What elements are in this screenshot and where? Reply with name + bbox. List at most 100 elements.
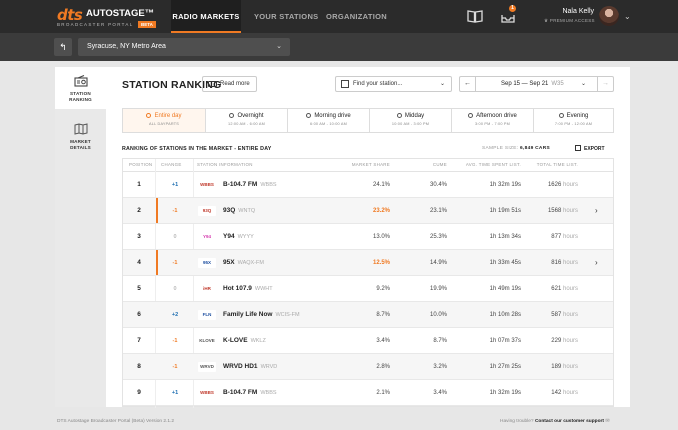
total-time-value: 877 <box>551 234 562 240</box>
cume-cell: 8.7% <box>433 338 447 344</box>
chat-icon[interactable]: ✉ <box>605 419 609 424</box>
station-name: B-104.7 FM <box>223 181 258 188</box>
station-logo: WBBS <box>198 180 216 190</box>
column-header-avg-time[interactable]: AVG. TIME SPENT LIST. <box>447 159 521 171</box>
table-row[interactable]: 8 -1 WRVD WRVD HD1 WRVD 2.8% 3.2% 1h 27m 25s 189… <box>123 354 613 380</box>
nav-organization[interactable]: ORGANIZATION <box>326 0 387 33</box>
table-row[interactable]: 3 0 Y94 Y94 WYYY 13.0% 25.3% 1h 13m 34s 877 hour… <box>123 224 613 250</box>
clock-icon <box>468 113 474 118</box>
station-name-cell[interactable]: K-LOVE WKLZ <box>223 328 266 354</box>
next-week-arrow-icon[interactable]: → <box>597 77 613 91</box>
book-icon[interactable] <box>467 9 483 24</box>
table-row[interactable]: 6 +2 FLN Family Life Now WCIS-FM 8.7% 10.0% 1h … <box>123 302 613 328</box>
station-name-cell[interactable]: 93Q WNTQ <box>223 198 255 224</box>
column-header-change[interactable]: CHANGE <box>161 159 182 171</box>
chevron-down-icon[interactable]: ⌄ <box>624 12 631 21</box>
clock-icon <box>558 113 564 118</box>
change-cell: +1 <box>171 390 179 396</box>
clock-icon <box>306 113 312 118</box>
table-row[interactable]: 2 -1 93Q 93Q WNTQ 23.2% 23.1% 1h 19m 51s 1568 ho… <box>123 198 613 224</box>
market-bar: ↰ Syracuse, NY Metro Area ⌄ <box>0 33 678 61</box>
column-header-cume[interactable]: CUME <box>405 159 447 171</box>
nav-your-stations[interactable]: YOUR STATIONS <box>254 0 318 33</box>
total-time-unit: hours <box>562 208 578 214</box>
tab-morning-drive[interactable]: Morning drive 6:00 AM - 10:00 AM <box>288 109 369 132</box>
station-call-sign: WAQX-FM <box>237 260 264 266</box>
table-row[interactable]: 4 -1 95X 95X WAQX-FM 12.5% 14.9% 1h 33m 45s 816 … <box>123 250 613 276</box>
total-time-unit: hours <box>562 182 578 188</box>
market-share-cell: 24.1% <box>372 182 390 188</box>
book-icon <box>208 81 217 87</box>
daypart-tabs: Entire day ALL DAYPARTS Overnight 12:00 … <box>122 108 614 133</box>
avatar[interactable] <box>599 6 619 26</box>
total-time-cell: 189 hours <box>523 354 578 380</box>
station-name-cell[interactable]: B-104.7 FM WBBS <box>223 380 277 406</box>
daypart-time: ALL DAYPARTS <box>149 122 179 126</box>
previous-week-arrow-icon[interactable]: ← <box>460 77 476 91</box>
daypart-time: 7:00 PM - 12:00 AM <box>554 122 593 126</box>
total-time-value: 142 <box>551 390 562 396</box>
daypart-time: 12:00 AM - 6:00 AM <box>228 122 265 126</box>
daypart-name: Morning drive <box>314 113 351 119</box>
total-time-value: 1568 <box>547 208 562 214</box>
chevron-right-icon[interactable]: › <box>595 198 598 224</box>
avg-time-cell: 1h 33m 45s <box>489 260 521 266</box>
clock-icon <box>396 113 402 118</box>
tab-overnight[interactable]: Overnight 12:00 AM - 6:00 AM <box>206 109 287 132</box>
dts-autostage-logo[interactable]: dts AUTOSTAGE™ BROADCASTER PORTAL BETA <box>57 6 157 28</box>
user-access-text: PREMIUM ACCESS <box>549 18 595 23</box>
user-access-level: ♛ PREMIUM ACCESS <box>544 18 595 24</box>
tab-midday[interactable]: Midday 10:00 AM - 3:00 PM <box>370 109 451 132</box>
chevron-down-icon[interactable]: ⌄ <box>581 77 586 91</box>
tab-entire-day[interactable]: Entire day ALL DAYPARTS <box>123 109 205 132</box>
tab-evening[interactable]: Evening 7:00 PM - 12:00 AM <box>534 109 613 132</box>
column-header-total-time[interactable]: TOTAL TIME LIST. <box>523 159 578 171</box>
station-name-cell[interactable]: Hot 107.9 WWHT <box>223 276 273 302</box>
column-header-market-share[interactable]: MARKET SHARE <box>333 159 390 171</box>
total-time-unit: hours <box>562 312 578 318</box>
contact-support-link[interactable]: Contact our customer support <box>535 419 604 424</box>
table-row[interactable]: 1 +1 WBBS B-104.7 FM WBBS 24.1% 30.4% 1h 32m 19… <box>123 172 613 198</box>
total-time-unit: hours <box>562 234 578 240</box>
cume-cell: 10.0% <box>429 312 447 318</box>
column-header-station[interactable]: STATION INFORMATION <box>197 159 253 171</box>
station-name-cell[interactable]: Family Life Now WCIS-FM <box>223 302 300 328</box>
top-navigation-bar: dts AUTOSTAGE™ BROADCASTER PORTAL BETA R… <box>0 0 678 33</box>
user-name[interactable]: Nala Kelly <box>557 8 594 15</box>
table-row[interactable]: 9 +1 WBBS B-104.7 FM WBBS 2.1% 3.4% 1h 32m 19s 1… <box>123 380 613 406</box>
daypart-name: Afternoon drive <box>476 113 517 119</box>
station-name-cell[interactable]: WRVD HD1 WRVD <box>223 354 277 380</box>
market-share-cell: 2.8% <box>376 364 390 370</box>
avg-time-cell: 1h 07m 37s <box>489 338 521 344</box>
export-button[interactable]: EXPORT <box>575 145 605 152</box>
find-station-select[interactable]: Find your station... ⌄ <box>335 76 452 92</box>
station-name-cell[interactable]: B-104.7 FM WBBS <box>223 172 277 198</box>
sidebar-item-station-ranking[interactable]: STATION RANKING <box>55 67 106 109</box>
sidebar-item-market-details[interactable]: MARKET DETAILS <box>55 117 106 157</box>
tab-afternoon-drive[interactable]: Afternoon drive 3:00 PM - 7:00 PM <box>452 109 533 132</box>
week-range[interactable]: Sep 15 — Sep 21 W35 <box>501 77 564 91</box>
nav-radio-markets[interactable]: RADIO MARKETS <box>171 0 241 33</box>
change-cell: -1 <box>172 208 178 214</box>
read-more-button[interactable]: Read more <box>202 76 257 92</box>
table-row[interactable]: 7 -1 KLOVE K-LOVE WKLZ 3.4% 8.7% 1h 07m 37s 229 … <box>123 328 613 354</box>
daypart-time: 10:00 AM - 3:00 PM <box>391 122 430 126</box>
station-name-cell[interactable]: 95X WAQX-FM <box>223 250 264 276</box>
back-button[interactable]: ↰ <box>54 38 72 56</box>
market-select[interactable]: Syracuse, NY Metro Area ⌄ <box>78 38 290 56</box>
total-time-cell: 587 hours <box>523 302 578 328</box>
market-share-cell: 9.2% <box>376 286 390 292</box>
total-time-unit: hours <box>562 364 578 370</box>
table-row[interactable]: 5 0 iHR Hot 107.9 WWHT 9.2% 19.9% 1h 49m 19s 621… <box>123 276 613 302</box>
chevron-right-icon[interactable]: › <box>595 250 598 276</box>
read-more-label: Read more <box>220 81 250 87</box>
station-name: 95X <box>223 259 235 266</box>
station-name: Y94 <box>223 233 235 240</box>
position-cell: 7 <box>137 337 141 344</box>
total-time-value: 1626 <box>547 182 562 188</box>
station-name-cell[interactable]: Y94 WYYY <box>223 224 254 250</box>
column-header-position[interactable]: POSITION <box>129 159 152 171</box>
position-cell: 6 <box>137 311 141 318</box>
market-share-cell: 23.2% <box>372 208 390 214</box>
sidebar: STATION RANKING MARKET DETAILS <box>55 67 106 407</box>
